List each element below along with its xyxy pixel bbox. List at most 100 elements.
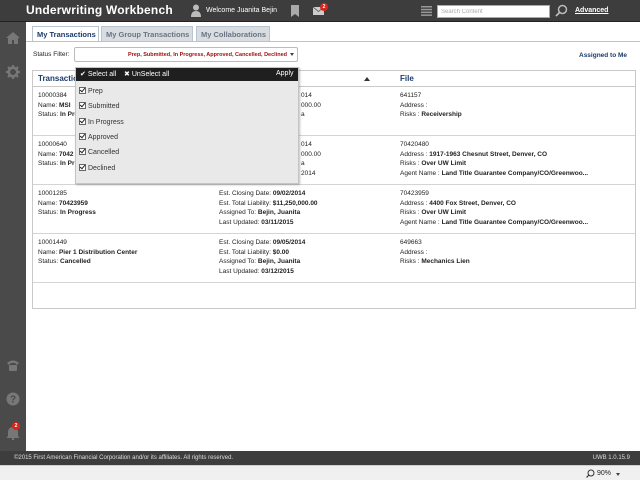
status-filter-label: Status Filter: [33, 51, 70, 58]
option-submitted[interactable]: Submitted [79, 102, 120, 110]
gear-icon[interactable] [6, 65, 20, 79]
assigned-fragment: a [301, 111, 305, 118]
details-cell: 014 000.00 a [301, 91, 321, 120]
apply-button[interactable]: Apply [276, 70, 294, 77]
status-label: Status: [38, 209, 59, 216]
address-label: Address : [400, 101, 428, 109]
option-label: Prep [88, 88, 103, 95]
advanced-search-link[interactable]: Advanced [575, 7, 608, 14]
name-label: Name: [38, 101, 58, 109]
zoom-level[interactable]: 90% [597, 470, 611, 477]
option-prep[interactable]: Prep [79, 87, 103, 95]
closing-date-value: 09/02/2014 [272, 190, 306, 197]
address-label: Address : [400, 150, 428, 158]
risks-label: Risks : [400, 160, 420, 167]
name-value: Pier 1 Distribution Center [58, 248, 138, 256]
bookmark-icon[interactable] [291, 5, 299, 17]
zoom-icon[interactable] [586, 469, 595, 478]
status-label: Status: [38, 111, 59, 118]
name-value: 70423959 [58, 199, 88, 207]
unselect-all-label: UnSelect all [131, 71, 170, 78]
file-cell: 649663 Address : Risks : Mechanics Lien [400, 238, 470, 267]
sort-ascending-icon[interactable] [364, 77, 370, 81]
name-value: MSI [58, 101, 71, 109]
transaction-cell: 10000640 Name: 7042 Status: In Pr [38, 140, 75, 169]
option-label: Submitted [88, 103, 120, 110]
risks-value: Over UW Limit [421, 160, 467, 167]
unselect-all-button[interactable]: ✖ UnSelect all [124, 70, 169, 78]
select-all-label: Select all [87, 71, 117, 78]
search-icon[interactable] [555, 4, 568, 17]
file-cell: 70423959 Address : 4400 Fox Street, Denv… [400, 189, 588, 227]
svg-text:?: ? [10, 395, 16, 406]
copyright-text: ©2015 First American Financial Corporati… [14, 455, 234, 461]
chevron-down-icon[interactable] [616, 473, 620, 476]
table-row[interactable]: 10001449 Name: Pier 1 Distribution Cente… [33, 235, 635, 283]
table-row[interactable]: 10001285 Name: 70423959 Status: In Progr… [33, 186, 635, 234]
status-filter-select[interactable]: Prep, Submitted, In Progress, Approved, … [74, 47, 298, 62]
assigned-to-me-link[interactable]: Assigned to Me [579, 52, 627, 59]
liability-fragment: 000.00 [301, 150, 321, 158]
home-icon[interactable] [6, 31, 20, 45]
checkbox-checked[interactable] [79, 133, 86, 140]
transaction-id: 10000640 [38, 141, 67, 148]
sidebar: ? 2 [0, 22, 26, 451]
assigned-label: Assigned To: [219, 258, 257, 265]
liability-fragment: 000.00 [301, 101, 321, 109]
file-number: 70420480 [400, 141, 429, 148]
checkbox-checked[interactable] [79, 87, 86, 94]
list-view-icon[interactable] [421, 6, 432, 16]
browser-status-bar: 90% [0, 465, 640, 480]
option-label: Cancelled [88, 149, 120, 156]
status-label: Status: [38, 258, 59, 265]
checkbox-checked[interactable] [79, 148, 86, 155]
option-in-progress[interactable]: In Progress [79, 118, 124, 126]
address-label: Address : [400, 248, 428, 256]
status-filter-dropdown: ✔ Select all ✖ UnSelect all Apply Prep S… [75, 67, 299, 184]
checkbox-checked[interactable] [79, 118, 86, 125]
address-label: Address : [400, 199, 428, 207]
tab-my-group-transactions[interactable]: My Group Transactions [101, 26, 193, 41]
column-header-file[interactable]: File [400, 74, 414, 83]
risks-label: Risks : [400, 111, 420, 118]
assigned-fragment: a [301, 160, 305, 167]
help-icon[interactable]: ? [6, 392, 20, 406]
address-value: 4400 Fox Street, Denver, CO [429, 199, 516, 207]
agent-value: Land Title Guarantee Company/CO/Greenwoo… [441, 169, 589, 177]
liability-label: Est. Total Liability: [219, 248, 271, 256]
dropdown-toolbar: ✔ Select all ✖ UnSelect all Apply [76, 68, 298, 81]
details-cell: Est. Closing Date: 09/02/2014 Est. Total… [219, 189, 318, 227]
checkbox-checked[interactable] [79, 164, 86, 171]
option-declined[interactable]: Declined [79, 164, 115, 172]
option-approved[interactable]: Approved [79, 133, 118, 141]
welcome-text: Welcome Juanita Bejin [206, 7, 278, 14]
transaction-cell: 10001449 Name: Pier 1 Distribution Cente… [38, 238, 137, 267]
mail-count-badge: 2 [320, 3, 328, 11]
assigned-label: Assigned To: [219, 209, 257, 216]
file-number: 641157 [400, 92, 422, 99]
liability-label: Est. Total Liability: [219, 199, 271, 207]
option-label: In Progress [88, 119, 124, 126]
select-all-button[interactable]: ✔ Select all [80, 70, 116, 78]
agent-value: Land Title Guarantee Company/CO/Greenwoo… [441, 218, 589, 226]
risks-label: Risks : [400, 209, 420, 216]
tab-my-transactions[interactable]: My Transactions [32, 26, 99, 41]
tab-my-collaborations[interactable]: My Collaborations [196, 26, 270, 41]
option-cancelled[interactable]: Cancelled [79, 148, 119, 156]
address-value: 1917-1963 Chesnut Street, Denver, CO [429, 150, 548, 158]
checkbox-checked[interactable] [79, 102, 86, 109]
search-input[interactable] [437, 5, 550, 18]
user-icon[interactable] [191, 4, 201, 17]
file-cell: 641157 Address : Risks : Receivership [400, 91, 462, 120]
chevron-down-icon [290, 53, 294, 56]
closing-date-fragment: 014 [301, 141, 312, 148]
risks-value: Over UW Limit [421, 209, 467, 216]
name-value: 7042 [58, 150, 74, 158]
status-value: Cancelled [60, 258, 91, 265]
close-icon: ✖ [124, 71, 130, 78]
transaction-cell: 10001285 Name: 70423959 Status: In Progr… [38, 189, 96, 218]
risks-value: Mechanics Lien [421, 258, 470, 265]
tab-divider [26, 41, 640, 42]
phone-icon[interactable] [6, 358, 20, 372]
closing-date-label: Est. Closing Date: [219, 190, 272, 197]
